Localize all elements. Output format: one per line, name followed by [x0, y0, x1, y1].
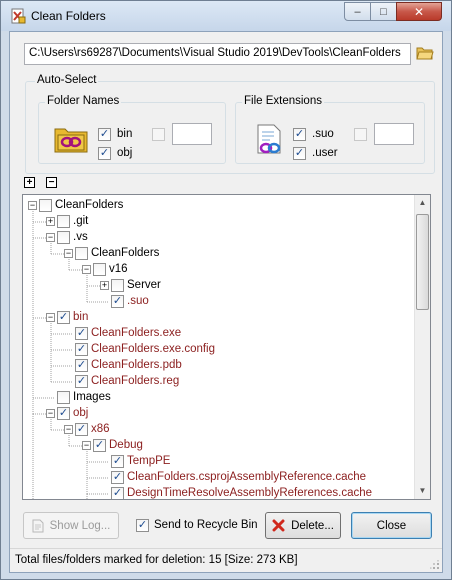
recycle-bin-label: Send to Recycle Bin	[154, 519, 258, 531]
user-checkbox[interactable]: ✓	[293, 147, 306, 160]
suo-label: .suo	[312, 128, 334, 140]
tree-node-label: CleanFolders.exe	[91, 327, 182, 339]
tree-node-checkbox[interactable]: ✓	[75, 423, 88, 436]
custom-extension-checkbox[interactable]	[354, 128, 367, 141]
scroll-up-arrow-icon[interactable]: ▲	[415, 195, 430, 211]
user-label: .user	[312, 147, 338, 159]
window-close-button[interactable]: ✕	[396, 2, 442, 21]
collapse-node-icon[interactable]: −	[64, 425, 73, 434]
tree-node-label: CleanFolders	[91, 247, 160, 259]
expand-all-button[interactable]: +	[24, 177, 35, 188]
tree-node-checkbox[interactable]: ✓	[111, 471, 124, 484]
tree-scrollbar[interactable]: ▲ ▼	[414, 195, 430, 499]
tree-node-checkbox[interactable]: ✓	[57, 311, 70, 324]
custom-folder-input[interactable]	[172, 123, 212, 145]
tree-node-checkbox[interactable]: ✓	[111, 295, 124, 308]
recycle-bin-checkbox[interactable]: ✓	[136, 519, 149, 532]
clean-folders-window: Clean Folders ‒ □ ✕ C:\Users\rs69287\Doc…	[0, 0, 452, 580]
tree-node-label: bin	[73, 311, 89, 323]
maximize-button[interactable]: □	[370, 2, 397, 21]
tree-node-checkbox[interactable]	[39, 199, 52, 212]
tree-node-label: DesignTimeResolveAssemblyReferences.cach…	[127, 487, 373, 499]
log-document-icon	[32, 519, 44, 532]
tree-node-label: Debug	[109, 439, 143, 451]
collapse-node-icon[interactable]: −	[82, 265, 91, 274]
tree-node-label: CleanFolders.pdb	[91, 359, 182, 371]
show-log-button[interactable]: Show Log...	[23, 512, 119, 539]
tree-node-label: CleanFolders.csprojAssemblyReference.cac…	[127, 471, 367, 483]
tree-node-label: Images	[73, 391, 111, 403]
folder-tree[interactable]: − CleanFolders + .git − .vs − CleanFolders − v16 +…	[22, 194, 431, 500]
tree-node-label: .git	[73, 215, 89, 227]
collapse-node-icon[interactable]: −	[46, 233, 55, 242]
tree-node-checkbox[interactable]: ✓	[75, 359, 88, 372]
tree-node-label: TempPE	[127, 455, 171, 467]
status-bar: Total files/folders marked for deletion:…	[10, 548, 442, 572]
custom-folder-checkbox[interactable]	[152, 128, 165, 141]
status-text: Total files/folders marked for deletion:…	[15, 554, 298, 566]
tree-node-checkbox[interactable]	[57, 215, 70, 228]
bin-label: bin	[117, 128, 133, 140]
custom-extension-input[interactable]	[374, 123, 414, 145]
auto-select-label: Auto-Select	[35, 74, 99, 86]
tree-node-checkbox[interactable]	[111, 279, 124, 292]
collapse-node-icon[interactable]: −	[28, 201, 37, 210]
show-log-label: Show Log...	[49, 519, 111, 532]
tree-node-checkbox[interactable]: ✓	[93, 439, 106, 452]
scroll-down-arrow-icon[interactable]: ▼	[415, 483, 430, 499]
file-extensions-group: File Extensions ✓ .suo ✓ .user	[235, 95, 425, 164]
tree-node-label: .vs	[73, 231, 88, 243]
tree-node-label: CleanFolders.exe.config	[91, 343, 216, 355]
folder-path-input[interactable]: C:\Users\rs69287\Documents\Visual Studio…	[24, 43, 411, 65]
folder-names-label: Folder Names	[45, 95, 122, 107]
collapse-all-button[interactable]: −	[46, 177, 57, 188]
tree-node-checkbox[interactable]: ✓	[75, 343, 88, 356]
scroll-thumb[interactable]	[416, 214, 429, 310]
obj-label: obj	[117, 147, 133, 159]
delete-label: Delete...	[291, 519, 334, 532]
folder-names-icon	[54, 128, 88, 153]
minimize-button[interactable]: ‒	[344, 2, 371, 21]
tree-node-checkbox[interactable]: ✓	[111, 487, 124, 499]
window-title: Clean Folders	[31, 9, 106, 23]
tree-node-checkbox[interactable]: ✓	[75, 327, 88, 340]
close-button[interactable]: Close	[351, 512, 432, 539]
tree-node-label: CleanFolders.reg	[91, 375, 180, 387]
delete-x-icon	[272, 519, 285, 532]
obj-checkbox[interactable]: ✓	[98, 147, 111, 160]
tree-node-label: v16	[109, 263, 128, 275]
auto-select-group: Auto-Select Folder Names ✓ bin ✓ obj Fil…	[25, 74, 435, 174]
tree-node-label: .suo	[127, 295, 149, 307]
tree-node-label: obj	[73, 407, 89, 419]
delete-button[interactable]: Delete...	[265, 512, 341, 539]
collapse-node-icon[interactable]: −	[82, 441, 91, 450]
expand-node-icon[interactable]: +	[46, 217, 55, 226]
tree-node-checkbox[interactable]	[93, 263, 106, 276]
tree-node-label: x86	[91, 423, 110, 435]
suo-checkbox[interactable]: ✓	[293, 128, 306, 141]
tree-node-checkbox[interactable]: ✓	[111, 455, 124, 468]
tree-node-label: CleanFolders	[55, 199, 124, 211]
client-area: C:\Users\rs69287\Documents\Visual Studio…	[9, 31, 443, 573]
file-extensions-label: File Extensions	[242, 95, 324, 107]
collapse-node-icon[interactable]: −	[46, 409, 55, 418]
collapse-node-icon[interactable]: −	[46, 313, 55, 322]
app-icon	[11, 8, 26, 24]
expand-node-icon[interactable]: +	[100, 281, 109, 290]
folder-open-icon[interactable]	[416, 45, 434, 61]
tree-node-checkbox[interactable]: ✓	[57, 407, 70, 420]
bin-checkbox[interactable]: ✓	[98, 128, 111, 141]
file-extensions-icon	[257, 124, 281, 154]
tree-node-checkbox[interactable]: ✓	[75, 375, 88, 388]
resize-grip-icon[interactable]	[430, 560, 440, 570]
folder-names-group: Folder Names ✓ bin ✓ obj	[38, 95, 226, 164]
tree-node-checkbox[interactable]	[57, 231, 70, 244]
title-bar[interactable]: Clean Folders ‒ □ ✕	[1, 1, 451, 31]
collapse-node-icon[interactable]: −	[64, 249, 73, 258]
tree-node-checkbox[interactable]	[57, 391, 70, 404]
tree-node-label: Server	[127, 279, 161, 291]
tree-node-checkbox[interactable]	[75, 247, 88, 260]
